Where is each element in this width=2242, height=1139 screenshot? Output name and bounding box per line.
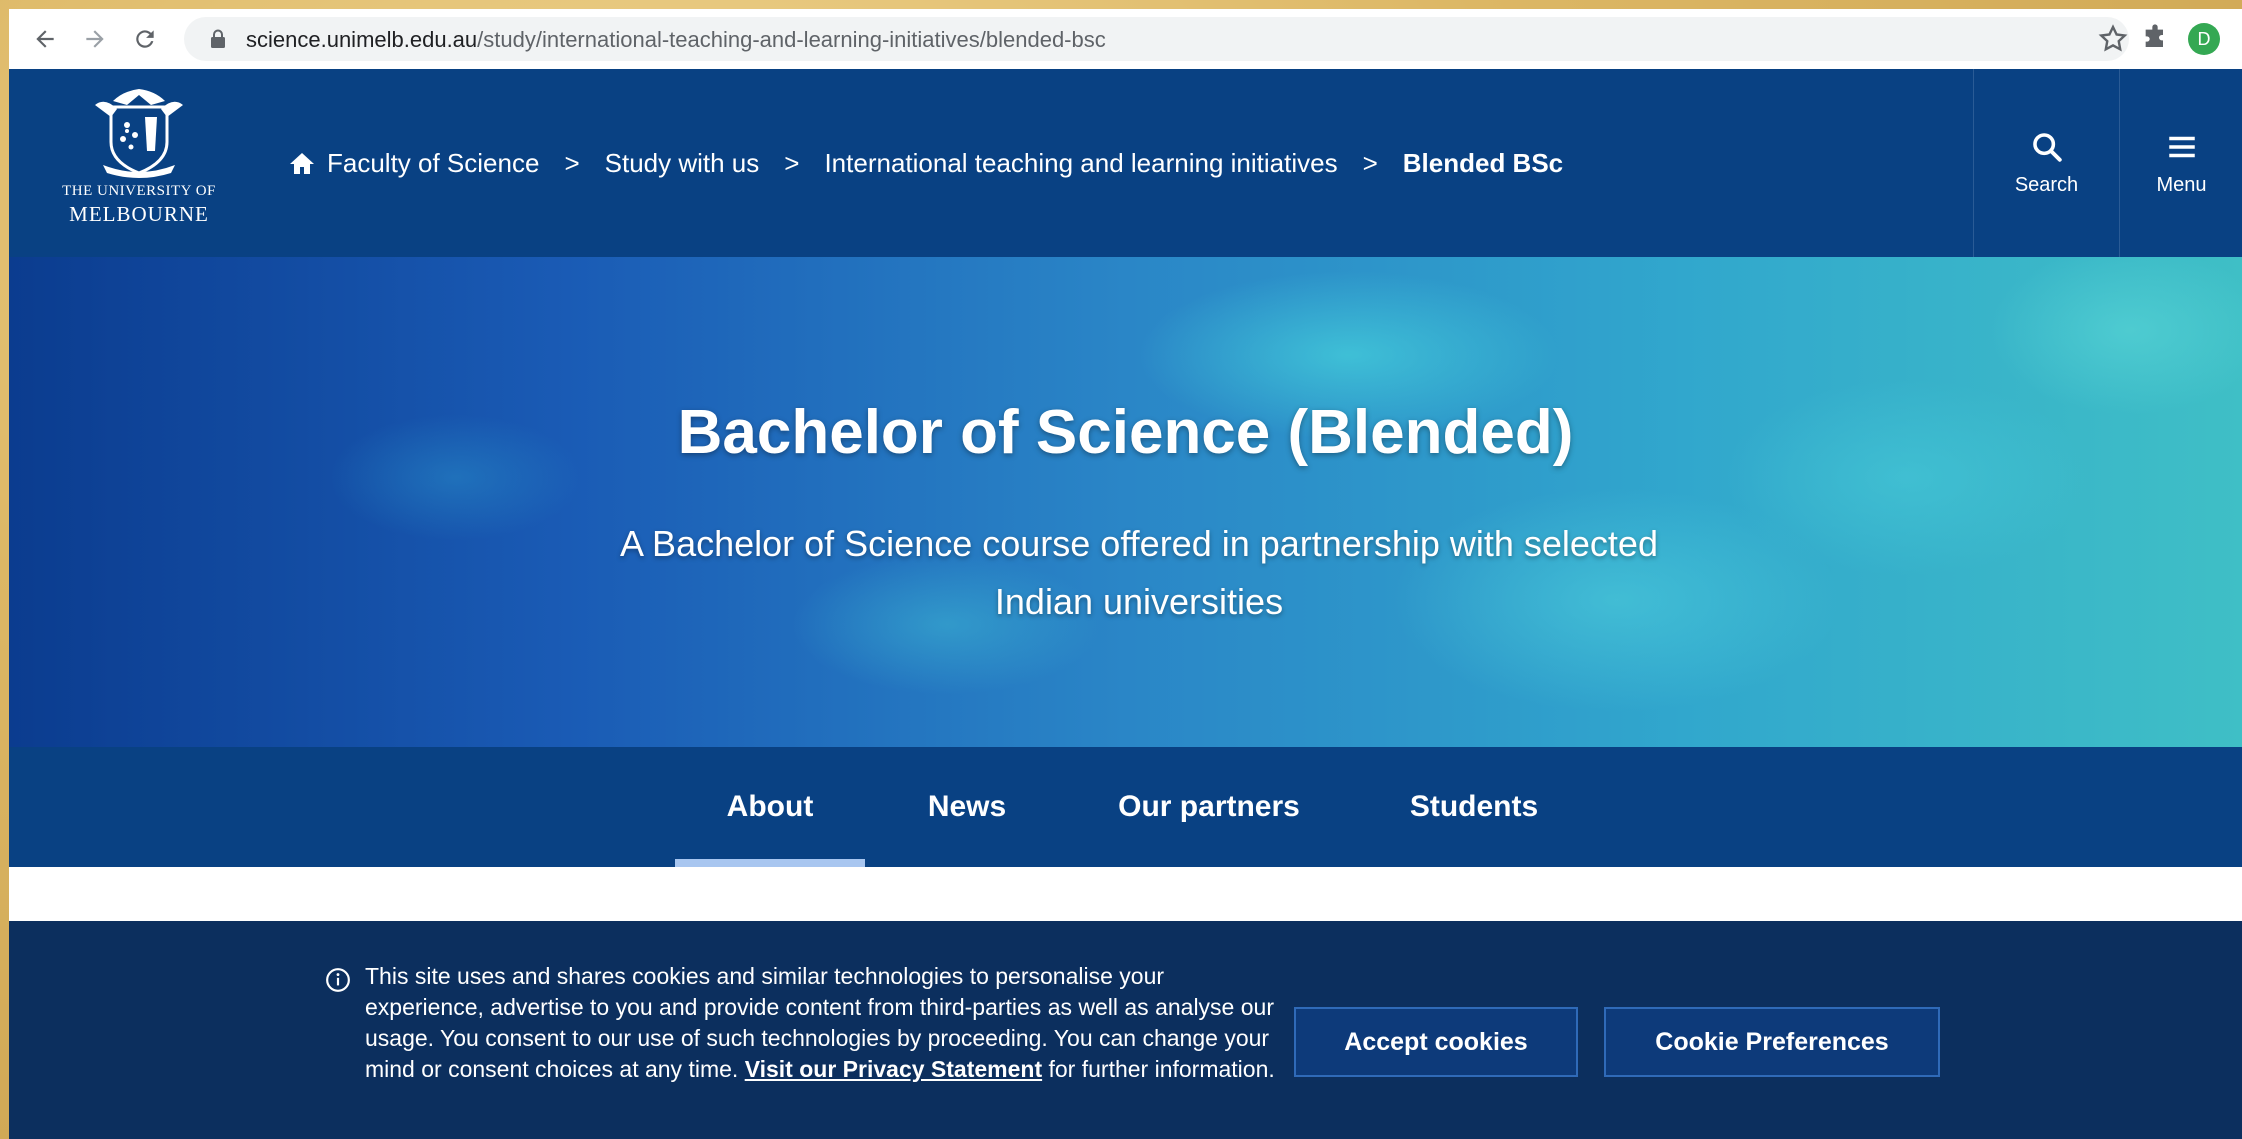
site-header: THE UNIVERSITY OF MELBOURNE Faculty of S… [9,69,2242,257]
home-icon [290,153,314,174]
back-icon[interactable] [29,23,61,55]
cookie-text-end: for further information. [1042,1056,1275,1082]
breadcrumb-separator: > [1362,147,1378,178]
search-button[interactable]: Search [1973,69,2119,257]
menu-label: Menu [2156,173,2207,196]
breadcrumb-separator: > [784,147,800,178]
section-tabs: About News Our partners Students [9,747,2242,867]
info-icon [326,968,350,992]
page-title: Bachelor of Science (Blended) [677,398,1574,467]
browser-viewport: science.unimelb.edu.au/study/internation… [9,9,2242,1139]
tab-about[interactable]: About [675,747,865,867]
accept-cookies-button[interactable]: Accept cookies [1294,1007,1578,1077]
search-icon [2032,132,2062,162]
menu-button[interactable]: Menu [2119,69,2242,257]
logo-text-line2: MELBOURNE [69,202,209,226]
url-text: science.unimelb.edu.au/study/internation… [246,27,1106,53]
lock-icon [211,29,225,48]
profile-avatar[interactable]: D [2188,23,2220,55]
reload-icon[interactable] [129,23,161,55]
hero-banner: Bachelor of Science (Blended) A Bachelor… [9,257,2242,747]
breadcrumb-separator: > [564,147,580,178]
address-bar[interactable]: science.unimelb.edu.au/study/internation… [184,17,2129,61]
breadcrumb-item-current: Blended BSc [1402,147,1564,178]
cookie-banner: This site uses and shares cookies and si… [9,921,2242,1139]
forward-icon[interactable] [79,23,111,55]
browser-toolbar: science.unimelb.edu.au/study/internation… [9,9,2242,70]
breadcrumb-item-faculty[interactable]: Faculty of Science [289,148,539,179]
breadcrumb-item-study[interactable]: Study with us [605,148,760,179]
hamburger-menu-icon [2168,136,2195,157]
crest-icon [95,89,183,178]
extensions-puzzle-icon[interactable] [2139,23,2171,55]
tab-label: About [726,790,814,823]
tab-label: Our partners [1118,790,1300,823]
logo-text-line1: THE UNIVERSITY OF [62,183,216,199]
tab-students[interactable]: Students [1389,747,1559,867]
url-path: /study/international-teaching-and-learni… [477,27,1106,52]
tab-label: Students [1409,790,1539,823]
tab-news[interactable]: News [902,747,1032,867]
privacy-statement-link[interactable]: Visit our Privacy Statement [745,1056,1042,1082]
cookie-message: This site uses and shares cookies and si… [365,961,1275,1085]
active-tab-indicator [675,859,865,867]
breadcrumb-item-international[interactable]: International teaching and learning init… [824,148,1337,179]
breadcrumb: Faculty of Science > Study with us > Int… [289,69,1563,257]
page-subtitle: A Bachelor of Science course offered in … [620,523,1658,622]
url-host: science.unimelb.edu.au [246,27,478,52]
bookmark-star-icon[interactable] [2097,23,2129,55]
search-label: Search [2014,173,2079,196]
breadcrumb-label: Faculty of Science [327,147,540,178]
tab-label: News [927,790,1007,823]
university-logo[interactable]: THE UNIVERSITY OF MELBOURNE [61,87,217,237]
tab-our-partners[interactable]: Our partners [1099,747,1319,867]
cookie-preferences-button[interactable]: Cookie Preferences [1604,1007,1940,1077]
